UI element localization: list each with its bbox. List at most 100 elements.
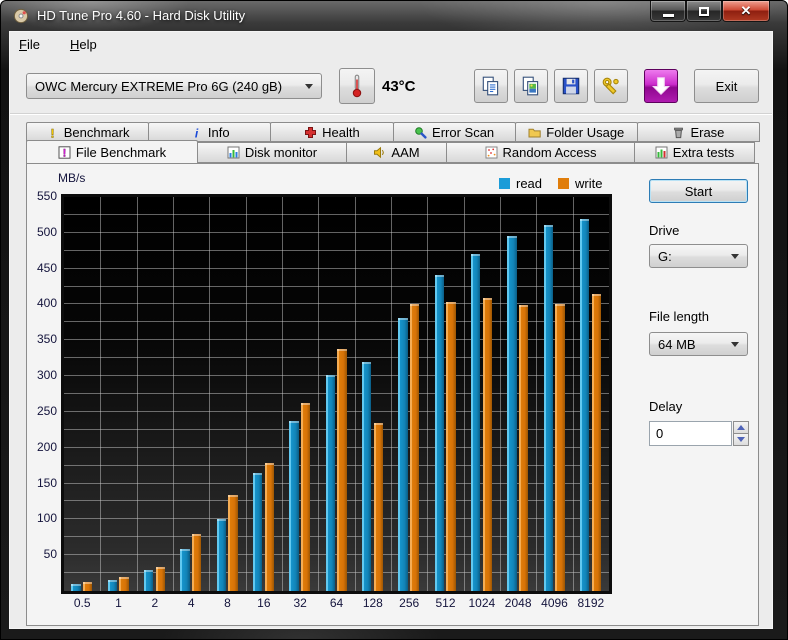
file-length-combobox[interactable]: 64 MB bbox=[649, 332, 748, 356]
delay-spinner bbox=[733, 421, 749, 446]
copy-text-icon bbox=[480, 75, 502, 97]
write-bar bbox=[337, 348, 347, 591]
tab-label: Disk monitor bbox=[244, 145, 318, 160]
benchmark-plot-area bbox=[64, 197, 609, 591]
tab-extra-tests[interactable]: Extra tests bbox=[634, 142, 755, 163]
y-axis-label: 450 bbox=[36, 260, 57, 275]
drive-combobox-value: G: bbox=[658, 248, 672, 264]
write-bar bbox=[446, 301, 456, 591]
file-length-combobox-value: 64 MB bbox=[658, 336, 696, 352]
temperature-button[interactable] bbox=[339, 68, 375, 104]
y-axis-label: 400 bbox=[36, 296, 57, 311]
tab-disk-monitor[interactable]: Disk monitor bbox=[197, 142, 347, 163]
read-bar bbox=[434, 275, 445, 591]
gridline bbox=[282, 197, 283, 591]
read-bar bbox=[579, 219, 590, 591]
y-axis-label: 350 bbox=[36, 332, 57, 347]
gridline bbox=[64, 213, 609, 215]
app-window: HD Tune Pro 4.60 - Hard Disk Utility ✕ F… bbox=[0, 0, 788, 640]
benchmark-icon: ! bbox=[46, 126, 59, 139]
gridline bbox=[100, 197, 102, 591]
gridline bbox=[354, 197, 356, 591]
write-bar bbox=[155, 567, 165, 591]
chevron-up-icon bbox=[737, 425, 745, 430]
chevron-down-icon bbox=[731, 253, 739, 259]
save-button[interactable] bbox=[554, 69, 588, 103]
info-icon: i bbox=[190, 126, 203, 139]
svg-text:!: ! bbox=[63, 147, 67, 158]
drive-select-combobox[interactable]: OWC Mercury EXTREME Pro 6G (240 gB) bbox=[26, 73, 322, 99]
gridline bbox=[245, 197, 247, 591]
tab-row-2: ! File Benchmark Disk monitor AAM Random Acc… bbox=[26, 140, 759, 163]
update-button[interactable] bbox=[644, 69, 678, 103]
write-swatch-icon bbox=[558, 178, 570, 189]
drive-combobox[interactable]: G: bbox=[649, 244, 748, 268]
disk-monitor-icon bbox=[227, 146, 240, 159]
tab-label: Error Scan bbox=[432, 124, 495, 140]
maximize-icon bbox=[699, 6, 709, 16]
tab-info[interactable]: i Info bbox=[148, 122, 272, 142]
menu-file[interactable]: File bbox=[11, 35, 48, 54]
write-bar bbox=[300, 403, 311, 591]
tab-health[interactable]: Health bbox=[270, 122, 394, 142]
read-swatch-icon bbox=[499, 178, 510, 189]
y-axis-label: 300 bbox=[36, 368, 57, 383]
tab-error-scan[interactable]: Error Scan bbox=[392, 122, 516, 142]
options-icon bbox=[600, 75, 622, 97]
write-bar bbox=[228, 495, 238, 591]
menu-bar: File Help bbox=[11, 35, 105, 54]
tab-benchmark[interactable]: ! Benchmark bbox=[26, 122, 150, 142]
folder-usage-icon bbox=[528, 126, 541, 139]
tab-file-benchmark[interactable]: ! File Benchmark bbox=[26, 140, 198, 163]
spinner-down-button[interactable] bbox=[733, 433, 749, 446]
read-bar bbox=[325, 375, 336, 591]
minimize-button[interactable] bbox=[650, 1, 686, 22]
gridline bbox=[64, 231, 609, 233]
svg-text:i: i bbox=[195, 126, 199, 139]
gridline bbox=[500, 197, 501, 591]
toolbar-separator bbox=[10, 113, 772, 115]
health-icon bbox=[304, 126, 317, 139]
erase-icon bbox=[672, 126, 685, 139]
tab-random-access[interactable]: Random Access bbox=[446, 142, 635, 163]
read-bar bbox=[361, 362, 372, 591]
y-axis-label: 150 bbox=[36, 475, 57, 490]
copy-text-button[interactable] bbox=[474, 69, 508, 103]
write-bar bbox=[409, 304, 420, 591]
tab-folder-usage[interactable]: Folder Usage bbox=[514, 122, 638, 142]
copy-image-icon bbox=[520, 75, 542, 97]
y-axis-label: 50 bbox=[43, 547, 57, 562]
save-icon bbox=[560, 75, 582, 97]
y-axis-label: 500 bbox=[36, 224, 57, 239]
tab-erase[interactable]: Erase bbox=[636, 122, 761, 142]
start-button[interactable]: Start bbox=[649, 179, 748, 203]
chevron-down-icon bbox=[731, 341, 739, 347]
write-bar bbox=[373, 423, 383, 591]
read-bar bbox=[470, 253, 481, 591]
maximize-button[interactable] bbox=[686, 1, 722, 22]
gridline bbox=[64, 267, 609, 269]
minimize-icon bbox=[662, 13, 674, 17]
read-bar bbox=[507, 235, 517, 591]
menu-help[interactable]: Help bbox=[62, 35, 105, 54]
exit-button[interactable]: Exit bbox=[694, 69, 759, 103]
delay-input[interactable] bbox=[649, 421, 732, 446]
tab-aam[interactable]: AAM bbox=[346, 142, 447, 163]
write-bar bbox=[119, 576, 129, 591]
write-bar bbox=[518, 305, 529, 591]
legend-item-read: read bbox=[499, 176, 542, 191]
tab-label: Extra tests bbox=[672, 145, 735, 160]
y-axis-label: 550 bbox=[36, 189, 57, 203]
write-bar bbox=[82, 581, 93, 591]
close-button[interactable]: ✕ bbox=[722, 1, 770, 22]
read-bar bbox=[107, 579, 118, 591]
legend-read-label: read bbox=[516, 176, 543, 191]
options-button[interactable] bbox=[594, 69, 628, 103]
start-button-label: Start bbox=[684, 183, 713, 199]
tab-label: Health bbox=[322, 124, 360, 140]
drive-select-value: OWC Mercury EXTREME Pro 6G (240 gB) bbox=[35, 78, 283, 94]
read-bar bbox=[252, 472, 263, 591]
copy-image-button[interactable] bbox=[514, 69, 548, 103]
tab-label: AAM bbox=[391, 145, 420, 160]
close-icon: ✕ bbox=[740, 3, 752, 18]
